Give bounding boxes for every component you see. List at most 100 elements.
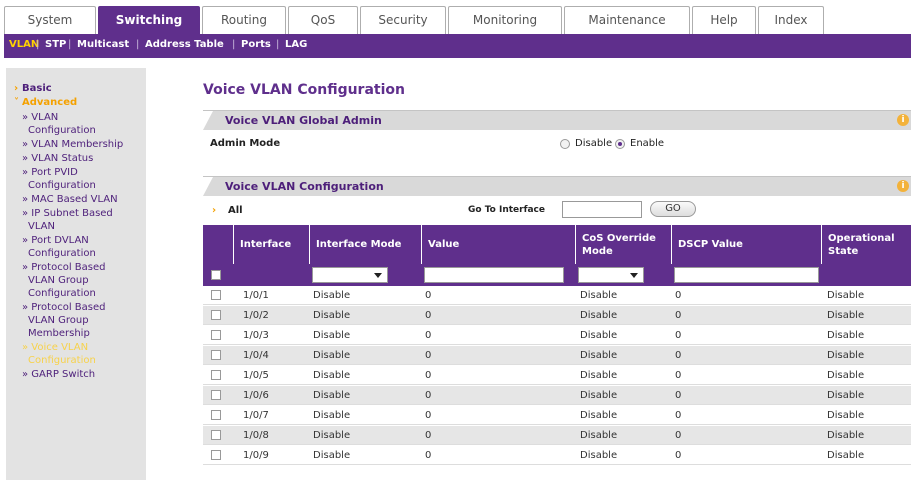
subnav-separator: |: [36, 39, 40, 50]
value-input[interactable]: [424, 267, 564, 283]
admin-mode-enable-label: Enable: [630, 138, 665, 149]
top-navigation: System Switching Routing QoS Security Mo…: [0, 0, 911, 35]
subnav-stp[interactable]: STP: [45, 39, 66, 50]
select-all-checkbox[interactable]: [211, 270, 221, 280]
cell-value: 0: [425, 370, 432, 381]
sidebar-item-basic[interactable]: Basic: [22, 82, 52, 95]
admin-mode-enable-radio[interactable]: [615, 139, 625, 149]
config-section-header: Voice VLAN Configuration i: [203, 176, 911, 196]
sidebar-item-protocol-vlan-group-config[interactable]: Configuration: [28, 287, 96, 300]
cell-operational-state: Disable: [827, 410, 865, 421]
sidebar-item-vlan-membership[interactable]: » VLAN Membership: [22, 138, 123, 151]
sidebar-bullet-icon: ›: [14, 83, 19, 94]
tab-maintenance[interactable]: Maintenance: [564, 6, 690, 34]
admin-mode-label: Admin Mode: [210, 138, 281, 149]
row-checkbox[interactable]: [211, 450, 221, 460]
cell-interface-mode: Disable: [313, 290, 351, 301]
table-row[interactable]: 1/0/4 Disable 0 Disable 0 Disable: [203, 346, 911, 365]
cell-interface-mode: Disable: [313, 330, 351, 341]
row-checkbox[interactable]: [211, 410, 221, 420]
tab-routing[interactable]: Routing: [202, 6, 286, 34]
column-header-interface: Interface: [233, 225, 309, 264]
column-header-interface-mode: Interface Mode: [309, 225, 421, 264]
all-link[interactable]: All: [228, 205, 243, 216]
sidebar-item-vlan-config[interactable]: Configuration: [28, 124, 96, 137]
sidebar-item-protocol-vlan-group-membership[interactable]: » Protocol Based: [22, 301, 105, 314]
sidebar-item-advanced[interactable]: Advanced: [22, 96, 77, 109]
column-header-value: Value: [421, 225, 575, 264]
row-checkbox[interactable]: [211, 350, 221, 360]
sidebar-item-protocol-vlan-group-config[interactable]: » Protocol Based: [22, 261, 105, 274]
sidebar-item-garp-switch[interactable]: » GARP Switch: [22, 368, 95, 381]
interface-mode-select[interactable]: [312, 267, 388, 283]
table-row[interactable]: 1/0/5 Disable 0 Disable 0 Disable: [203, 366, 911, 385]
cell-value: 0: [425, 310, 432, 321]
table-row[interactable]: 1/0/9 Disable 0 Disable 0 Disable: [203, 446, 911, 465]
table-row[interactable]: 1/0/2 Disable 0 Disable 0 Disable: [203, 306, 911, 325]
help-icon[interactable]: i: [897, 114, 909, 126]
cell-operational-state: Disable: [827, 350, 865, 361]
cell-interface: 1/0/9: [243, 450, 269, 461]
tab-system[interactable]: System: [4, 6, 96, 34]
sidebar-item-port-pvid[interactable]: Configuration: [28, 179, 96, 192]
row-checkbox[interactable]: [211, 290, 221, 300]
sidebar-item-protocol-vlan-group-config[interactable]: VLAN Group: [28, 274, 89, 287]
sidebar-item-ip-subnet-vlan[interactable]: » IP Subnet Based: [22, 207, 113, 220]
table-row[interactable]: 1/0/8 Disable 0 Disable 0 Disable: [203, 426, 911, 445]
row-checkbox[interactable]: [211, 390, 221, 400]
cell-dscp-value: 0: [675, 310, 682, 321]
go-to-interface-input[interactable]: [562, 201, 642, 218]
row-checkbox[interactable]: [211, 370, 221, 380]
subnav-address-table[interactable]: Address Table: [145, 39, 224, 50]
tab-monitoring[interactable]: Monitoring: [448, 6, 562, 34]
sidebar-item-vlan-status[interactable]: » VLAN Status: [22, 152, 93, 165]
sidebar-item-protocol-vlan-group-membership[interactable]: Membership: [28, 327, 90, 340]
column-header-operational-state: Operational State: [821, 225, 911, 264]
cell-dscp-value: 0: [675, 290, 682, 301]
cos-override-mode-select[interactable]: [578, 267, 644, 283]
sidebar-item-port-pvid[interactable]: » Port PVID: [22, 166, 78, 179]
row-checkbox[interactable]: [211, 330, 221, 340]
cell-cos-override-mode: Disable: [580, 410, 618, 421]
subnav-multicast[interactable]: Multicast: [77, 39, 129, 50]
cell-operational-state: Disable: [827, 430, 865, 441]
cell-value: 0: [425, 350, 432, 361]
subnav-separator: |: [276, 39, 280, 50]
cell-interface-mode: Disable: [313, 430, 351, 441]
sidebar-item-mac-based-vlan[interactable]: » MAC Based VLAN: [22, 193, 118, 206]
dscp-value-input[interactable]: [674, 267, 819, 283]
go-button[interactable]: GO: [650, 201, 696, 217]
tab-qos[interactable]: QoS: [288, 6, 358, 34]
table-row[interactable]: 1/0/3 Disable 0 Disable 0 Disable: [203, 326, 911, 345]
tab-index[interactable]: Index: [758, 6, 824, 34]
tab-switching[interactable]: Switching: [98, 6, 200, 35]
cell-cos-override-mode: Disable: [580, 450, 618, 461]
table-row[interactable]: 1/0/1 Disable 0 Disable 0 Disable: [203, 286, 911, 305]
cell-operational-state: Disable: [827, 290, 865, 301]
cell-interface: 1/0/2: [243, 310, 269, 321]
sidebar-item-port-dvlan[interactable]: Configuration: [28, 247, 96, 260]
subnav-vlan[interactable]: VLAN: [9, 39, 39, 50]
header-corner: [203, 177, 213, 196]
row-checkbox[interactable]: [211, 310, 221, 320]
subnav-ports[interactable]: Ports: [241, 39, 271, 50]
cell-interface: 1/0/6: [243, 390, 269, 401]
sidebar-item-protocol-vlan-group-membership[interactable]: VLAN Group: [28, 314, 89, 327]
tab-help[interactable]: Help: [692, 6, 756, 34]
subnav-lag[interactable]: LAG: [285, 39, 307, 50]
tab-security[interactable]: Security: [360, 6, 446, 34]
sidebar-item-ip-subnet-vlan[interactable]: VLAN: [28, 220, 55, 233]
sidebar-item-vlan-config[interactable]: » VLAN: [22, 111, 58, 124]
table-row[interactable]: 1/0/7 Disable 0 Disable 0 Disable: [203, 406, 911, 425]
admin-mode-disable-radio[interactable]: [560, 139, 570, 149]
table-row[interactable]: 1/0/6 Disable 0 Disable 0 Disable: [203, 386, 911, 405]
sidebar-item-voice-vlan[interactable]: Configuration: [28, 354, 96, 367]
cell-operational-state: Disable: [827, 310, 865, 321]
cell-interface: 1/0/3: [243, 330, 269, 341]
help-icon[interactable]: i: [897, 180, 909, 192]
sidebar-item-port-dvlan[interactable]: » Port DVLAN: [22, 234, 89, 247]
sidebar-item-voice-vlan[interactable]: » Voice VLAN: [22, 341, 88, 354]
row-checkbox[interactable]: [211, 430, 221, 440]
cell-interface-mode: Disable: [313, 370, 351, 381]
cell-operational-state: Disable: [827, 450, 865, 461]
